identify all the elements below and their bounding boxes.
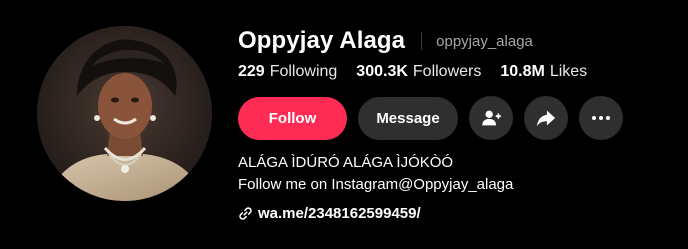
follow-button[interactable]: Follow [238, 96, 347, 140]
stat-followers-label: Followers [412, 63, 482, 80]
profile-bio: ALÁGA ÌDÚRÓ ALÁGA ÌJÓKÒÓ Follow me on In… [238, 152, 513, 196]
bio-line-1: ALÁGA ÌDÚRÓ ALÁGA ÌJÓKÒÓ [238, 154, 454, 171]
profile-header: Oppyjay Alaga oppyjay_alaga [238, 26, 533, 56]
link-icon [238, 206, 253, 221]
share-button[interactable] [524, 96, 568, 140]
message-button[interactable]: Message [358, 96, 458, 140]
link-text[interactable]: wa.me/2348162599459/ [258, 205, 421, 222]
more-options-button[interactable] [579, 96, 623, 140]
stat-likes-value: 10.8M [500, 63, 545, 80]
stat-likes: 10.8M Likes [500, 63, 587, 81]
profile-link[interactable]: wa.me/2348162599459/ [238, 205, 421, 222]
stat-following-value: 229 [238, 63, 265, 80]
more-dots-icon [591, 115, 611, 121]
stat-following-label: Following [269, 63, 338, 80]
stat-followers-value: 300.3K [356, 63, 408, 80]
stat-likes-label: Likes [549, 63, 588, 80]
header-divider [421, 32, 423, 50]
username: oppyjay_alaga [436, 32, 533, 50]
bio-line-2: Follow me on Instagram@Oppyjay_alaga [238, 176, 514, 193]
avatar[interactable] [37, 26, 212, 201]
share-arrow-icon [535, 107, 557, 129]
person-plus-icon [480, 107, 502, 129]
stat-followers[interactable]: 300.3K Followers [356, 63, 481, 81]
profile-stats: 229 Following 300.3K Followers 10.8M Likes [238, 61, 606, 83]
add-friend-button[interactable] [469, 96, 513, 140]
stat-following[interactable]: 229 Following [238, 63, 337, 81]
profile-actions: Follow Message [238, 96, 634, 140]
avatar-photo [37, 26, 212, 201]
display-name: Oppyjay Alaga [238, 27, 406, 54]
